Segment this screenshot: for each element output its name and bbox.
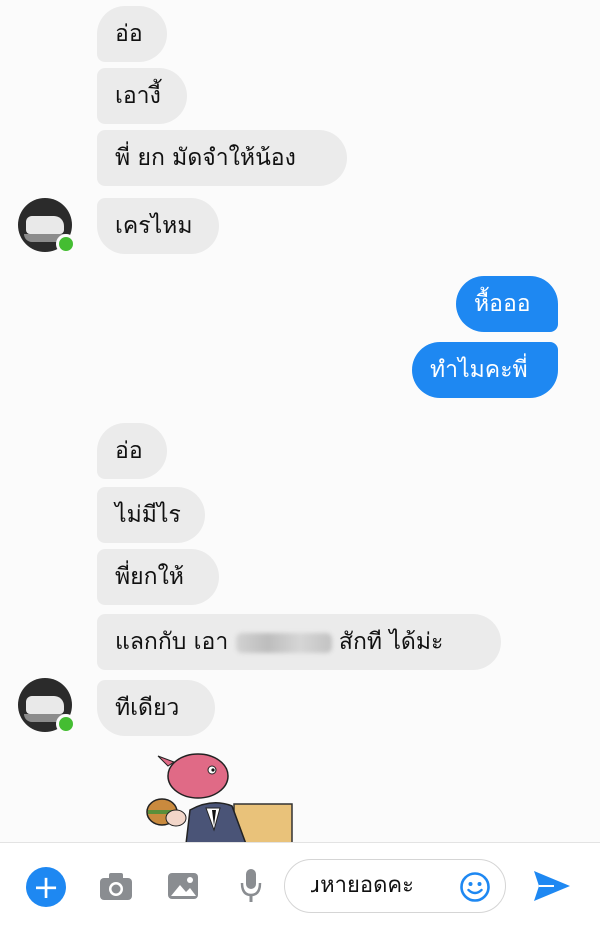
redacted-text	[235, 632, 332, 653]
car-image	[26, 216, 64, 234]
fish-head	[167, 753, 229, 799]
microphone-icon[interactable]	[238, 867, 264, 905]
message-text: สักที ได้ม่ะ	[338, 629, 444, 655]
message-bubble[interactable]: ทีเดียว	[97, 680, 215, 736]
message-input-value: ɹหายอดคะ	[311, 873, 414, 898]
message-bubble[interactable]: พี่ยกให้	[97, 549, 219, 605]
sticker-image[interactable]	[128, 752, 308, 844]
message-bubble[interactable]: ไม่มีไร	[97, 487, 205, 543]
message-bubble[interactable]: แลกกับ เอา สักที ได้ม่ะ	[97, 614, 501, 670]
car-image	[26, 696, 64, 714]
message-bubble-sent[interactable]: ทำไมคะพี่	[412, 342, 558, 398]
contact-avatar[interactable]	[18, 198, 76, 254]
contact-avatar[interactable]	[18, 678, 76, 734]
conversation-area: อ่อ เอางี้ พี่ ยก มัดจำให้น้อง เครไหม หื…	[0, 0, 600, 844]
message-bubble-sent[interactable]: หื้อออ	[456, 276, 558, 332]
message-text: แลกกับ เอา	[115, 629, 229, 655]
message-bubble[interactable]: เอางี้	[97, 68, 187, 124]
message-bubble[interactable]: อ่อ	[97, 423, 167, 479]
camera-icon[interactable]	[98, 870, 134, 902]
emoji-icon[interactable]	[459, 871, 491, 903]
message-input[interactable]: ɹหายอดคะ	[284, 859, 506, 913]
message-composer: + ɹหายอดคะ	[0, 842, 600, 927]
message-bubble[interactable]: พี่ ยก มัดจำให้น้อง	[97, 130, 347, 186]
online-status-dot	[56, 234, 76, 254]
online-status-dot	[56, 714, 76, 734]
gallery-icon[interactable]	[166, 870, 200, 902]
message-bubble[interactable]: อ่อ	[97, 6, 167, 62]
plus-icon[interactable]: +	[26, 867, 66, 907]
message-bubble[interactable]: เครไหม	[97, 198, 219, 254]
send-icon[interactable]	[532, 869, 572, 903]
